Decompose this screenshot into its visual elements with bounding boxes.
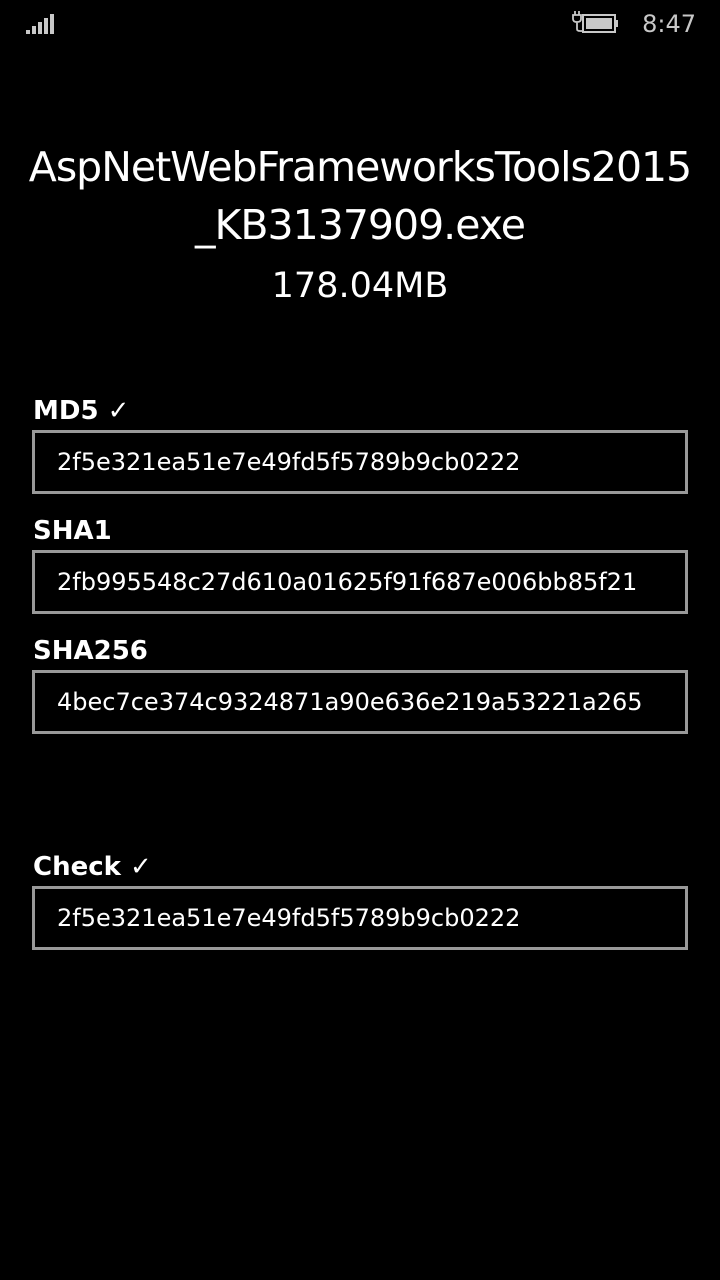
md5-label: MD5 ✓: [33, 396, 130, 426]
status-time: 8:47: [642, 10, 696, 38]
sha1-field[interactable]: 2fb995548c27d610a01625f91f687e006bb85f21: [32, 550, 688, 614]
check-input[interactable]: 2f5e321ea51e7e49fd5f5789b9cb0222: [32, 886, 688, 950]
md5-field[interactable]: 2f5e321ea51e7e49fd5f5789b9cb0222: [32, 430, 688, 494]
sha1-value: 2fb995548c27d610a01625f91f687e006bb85f21: [57, 568, 638, 596]
check-value: 2f5e321ea51e7e49fd5f5789b9cb0222: [57, 904, 521, 932]
sha256-label: SHA256: [33, 636, 148, 666]
md5-value: 2f5e321ea51e7e49fd5f5789b9cb0222: [57, 448, 521, 476]
sha1-label: SHA1: [33, 516, 112, 546]
status-bar: 8:47: [0, 0, 720, 48]
file-size: 178.04MB: [271, 266, 449, 306]
check-label: Check ✓: [33, 852, 152, 882]
sha256-value: 4bec7ce374c9324871a90e636e219a53221a265: [57, 688, 643, 716]
file-name: AspNetWebFrameworksTools2015_KB3137909.e…: [28, 143, 692, 249]
signal-strength-icon: [26, 14, 54, 34]
battery-charging-icon: [572, 11, 618, 33]
sha256-field[interactable]: 4bec7ce374c9324871a90e636e219a53221a265: [32, 670, 688, 734]
